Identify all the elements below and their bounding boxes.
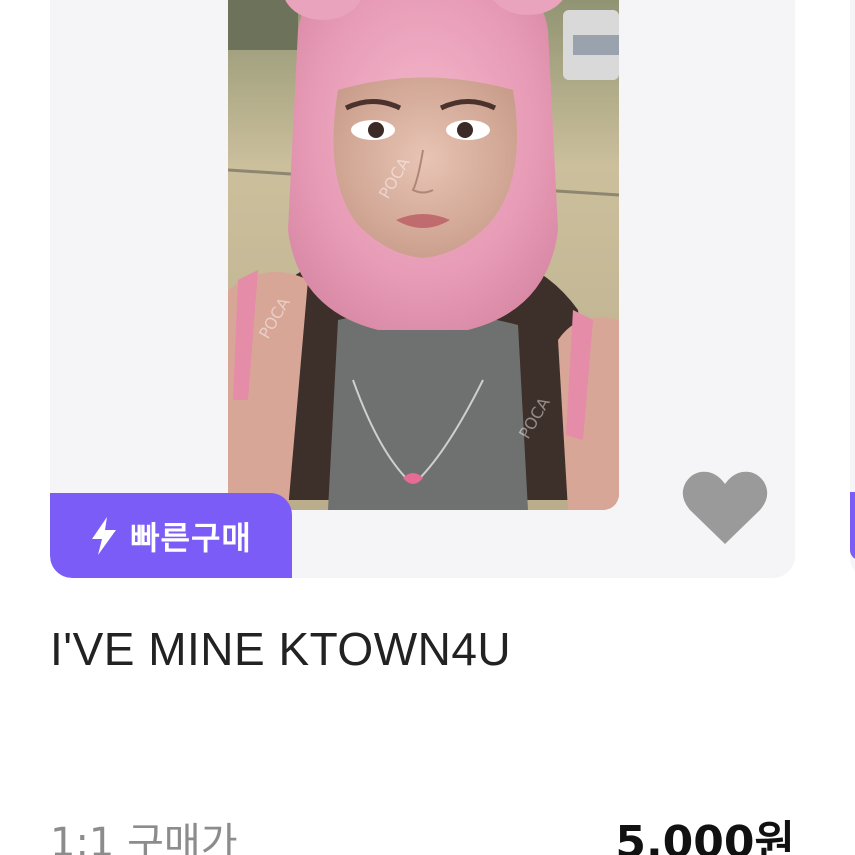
product-title[interactable]: I'VE MINE KTOWN4U [50, 622, 511, 676]
fast-buy-badge: 빠른구매 [50, 493, 292, 578]
next-fast-buy-badge [850, 492, 855, 560]
heart-icon [680, 468, 770, 548]
product-list-screen: POCA POCA POCA 빠른구매 I'VE MINE KTOWN4U 1:… [0, 0, 855, 855]
fast-buy-label: 빠른구매 [130, 518, 252, 557]
favorite-button[interactable] [680, 468, 770, 548]
price-label: 1:1 구매가 [50, 820, 238, 855]
price-value: 5,000원 [615, 817, 795, 855]
lightning-bolt-icon [90, 516, 118, 555]
product-card-image-area[interactable]: POCA POCA POCA 빠른구매 [50, 0, 795, 578]
product-photo[interactable]: POCA POCA POCA [228, 0, 619, 510]
